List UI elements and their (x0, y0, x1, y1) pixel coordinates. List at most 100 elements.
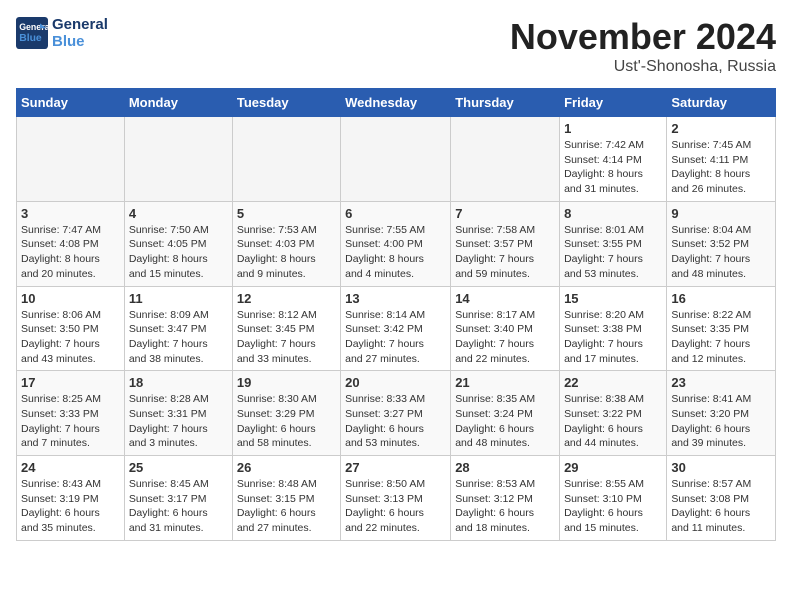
day-info: Sunrise: 8:04 AMSunset: 3:52 PMDaylight:… (671, 223, 771, 282)
calendar-week-1: 1 Sunrise: 7:42 AMSunset: 4:14 PMDaylight… (17, 117, 776, 202)
day-number: 7 (455, 206, 555, 221)
day-number: 12 (237, 291, 336, 306)
weekday-header-tuesday: Tuesday (232, 89, 340, 117)
calendar-cell: 8Sunrise: 8:01 AMSunset: 3:55 PMDaylight… (560, 201, 667, 286)
calendar-cell: 27Sunrise: 8:50 AMSunset: 3:13 PMDayligh… (341, 456, 451, 541)
calendar-cell: 14Sunrise: 8:17 AMSunset: 3:40 PMDayligh… (451, 286, 560, 371)
day-number: 25 (129, 460, 228, 475)
day-number: 1 (564, 121, 662, 136)
header: General Blue General Blue November 2024 … (16, 16, 776, 76)
calendar-cell: 24Sunrise: 8:43 AMSunset: 3:19 PMDayligh… (17, 456, 125, 541)
day-number: 27 (345, 460, 446, 475)
day-number: 5 (237, 206, 336, 221)
calendar-cell: 26 Sunrise: 8:48 AMSunset: 3:15 PMDayligh… (232, 456, 340, 541)
day-number: 3 (21, 206, 120, 221)
daylight-hours: and 11 minutes. (671, 521, 771, 536)
daylight-hours: and 4 minutes. (345, 267, 446, 282)
calendar-cell: 22 Sunrise: 8:38 AMSunset: 3:22 PMDayligh… (560, 371, 667, 456)
day-number: 10 (21, 291, 120, 306)
day-number: 20 (345, 375, 446, 390)
daylight-hours: and 31 minutes. (564, 182, 662, 197)
day-info: Sunrise: 8:41 AMSunset: 3:20 PMDaylight:… (671, 392, 771, 451)
day-info: Sunrise: 8:25 AMSunset: 3:33 PMDaylight:… (21, 392, 120, 451)
calendar: SundayMondayTuesdayWednesdayThursdayFrid… (16, 88, 776, 541)
daylight-hours: and 27 minutes. (237, 521, 336, 536)
logo: General Blue General Blue (16, 16, 108, 50)
svg-text:Blue: Blue (19, 33, 42, 44)
calendar-cell: 5 Sunrise: 7:53 AMSunset: 4:03 PMDaylight… (232, 201, 340, 286)
weekday-header-sunday: Sunday (17, 89, 125, 117)
daylight-hours: and 18 minutes. (455, 521, 555, 536)
day-info: Sunrise: 8:28 AMSunset: 3:31 PMDaylight:… (129, 392, 228, 451)
calendar-week-2: 3Sunrise: 7:47 AMSunset: 4:08 PMDaylight… (17, 201, 776, 286)
daylight-hours: and 43 minutes. (21, 352, 120, 367)
day-info: Sunrise: 8:38 AMSunset: 3:22 PMDaylight:… (564, 392, 662, 451)
weekday-header-friday: Friday (560, 89, 667, 117)
daylight-hours: and 15 minutes. (564, 521, 662, 536)
day-info: Sunrise: 8:53 AMSunset: 3:12 PMDaylight:… (455, 477, 555, 536)
day-number: 11 (129, 291, 228, 306)
calendar-cell: 30Sunrise: 8:57 AMSunset: 3:08 PMDayligh… (667, 456, 776, 541)
calendar-cell (341, 117, 451, 202)
daylight-hours: and 48 minutes. (671, 267, 771, 282)
day-info: Sunrise: 8:14 AMSunset: 3:42 PMDaylight:… (345, 308, 446, 367)
day-info: Sunrise: 7:58 AMSunset: 3:57 PMDaylight:… (455, 223, 555, 282)
day-info: Sunrise: 7:45 AMSunset: 4:11 PMDaylight:… (671, 138, 771, 197)
calendar-cell: 15Sunrise: 8:20 AMSunset: 3:38 PMDayligh… (560, 286, 667, 371)
day-number: 19 (237, 375, 336, 390)
daylight-hours: and 15 minutes. (129, 267, 228, 282)
day-info: Sunrise: 7:42 AMSunset: 4:14 PMDaylight:… (564, 138, 662, 197)
calendar-cell: 3Sunrise: 7:47 AMSunset: 4:08 PMDaylight… (17, 201, 125, 286)
day-number: 22 (564, 375, 662, 390)
calendar-cell: 29Sunrise: 8:55 AMSunset: 3:10 PMDayligh… (560, 456, 667, 541)
daylight-hours: and 31 minutes. (129, 521, 228, 536)
day-number: 17 (21, 375, 120, 390)
calendar-week-5: 24Sunrise: 8:43 AMSunset: 3:19 PMDayligh… (17, 456, 776, 541)
day-info: Sunrise: 8:35 AMSunset: 3:24 PMDaylight:… (455, 392, 555, 451)
day-info: Sunrise: 8:33 AMSunset: 3:27 PMDaylight:… (345, 392, 446, 451)
calendar-cell: 20 Sunrise: 8:33 AMSunset: 3:27 PMDayligh… (341, 371, 451, 456)
daylight-hours: and 44 minutes. (564, 436, 662, 451)
logo-text-general: General (52, 16, 108, 33)
daylight-hours: and 53 minutes. (345, 436, 446, 451)
day-info: Sunrise: 8:48 AMSunset: 3:15 PMDaylight:… (237, 477, 336, 536)
calendar-cell (451, 117, 560, 202)
daylight-hours: and 58 minutes. (237, 436, 336, 451)
daylight-hours: and 53 minutes. (564, 267, 662, 282)
calendar-cell: 7 Sunrise: 7:58 AMSunset: 3:57 PMDaylight… (451, 201, 560, 286)
calendar-cell: 12 Sunrise: 8:12 AMSunset: 3:45 PMDayligh… (232, 286, 340, 371)
weekday-header-thursday: Thursday (451, 89, 560, 117)
day-number: 18 (129, 375, 228, 390)
day-info: Sunrise: 8:01 AMSunset: 3:55 PMDaylight:… (564, 223, 662, 282)
calendar-cell: 13Sunrise: 8:14 AMSunset: 3:42 PMDayligh… (341, 286, 451, 371)
calendar-week-4: 17 Sunrise: 8:25 AMSunset: 3:33 PMDayligh… (17, 371, 776, 456)
daylight-hours: and 26 minutes. (671, 182, 771, 197)
calendar-cell: 10Sunrise: 8:06 AMSunset: 3:50 PMDayligh… (17, 286, 125, 371)
day-number: 26 (237, 460, 336, 475)
daylight-hours: and 7 minutes. (21, 436, 120, 451)
day-info: Sunrise: 7:53 AMSunset: 4:03 PMDaylight:… (237, 223, 336, 282)
day-info: Sunrise: 8:22 AMSunset: 3:35 PMDaylight:… (671, 308, 771, 367)
day-info: Sunrise: 7:55 AMSunset: 4:00 PMDaylight:… (345, 223, 446, 282)
day-info: Sunrise: 8:55 AMSunset: 3:10 PMDaylight:… (564, 477, 662, 536)
daylight-hours: and 22 minutes. (455, 352, 555, 367)
calendar-cell: 6Sunrise: 7:55 AMSunset: 4:00 PMDaylight… (341, 201, 451, 286)
daylight-hours: and 17 minutes. (564, 352, 662, 367)
daylight-hours: and 20 minutes. (21, 267, 120, 282)
day-info: Sunrise: 8:30 AMSunset: 3:29 PMDaylight:… (237, 392, 336, 451)
daylight-hours: and 22 minutes. (345, 521, 446, 536)
calendar-cell: 17 Sunrise: 8:25 AMSunset: 3:33 PMDayligh… (17, 371, 125, 456)
calendar-cell: 1 Sunrise: 7:42 AMSunset: 4:14 PMDaylight… (560, 117, 667, 202)
daylight-hours: and 33 minutes. (237, 352, 336, 367)
day-info: Sunrise: 8:45 AMSunset: 3:17 PMDaylight:… (129, 477, 228, 536)
calendar-cell: 19 Sunrise: 8:30 AMSunset: 3:29 PMDayligh… (232, 371, 340, 456)
day-number: 15 (564, 291, 662, 306)
day-number: 23 (671, 375, 771, 390)
day-info: Sunrise: 8:09 AMSunset: 3:47 PMDaylight:… (129, 308, 228, 367)
daylight-hours: and 38 minutes. (129, 352, 228, 367)
calendar-cell: 28Sunrise: 8:53 AMSunset: 3:12 PMDayligh… (451, 456, 560, 541)
day-info: Sunrise: 7:50 AMSunset: 4:05 PMDaylight:… (129, 223, 228, 282)
day-number: 16 (671, 291, 771, 306)
calendar-cell: 2Sunrise: 7:45 AMSunset: 4:11 PMDaylight… (667, 117, 776, 202)
day-info: Sunrise: 8:12 AMSunset: 3:45 PMDaylight:… (237, 308, 336, 367)
